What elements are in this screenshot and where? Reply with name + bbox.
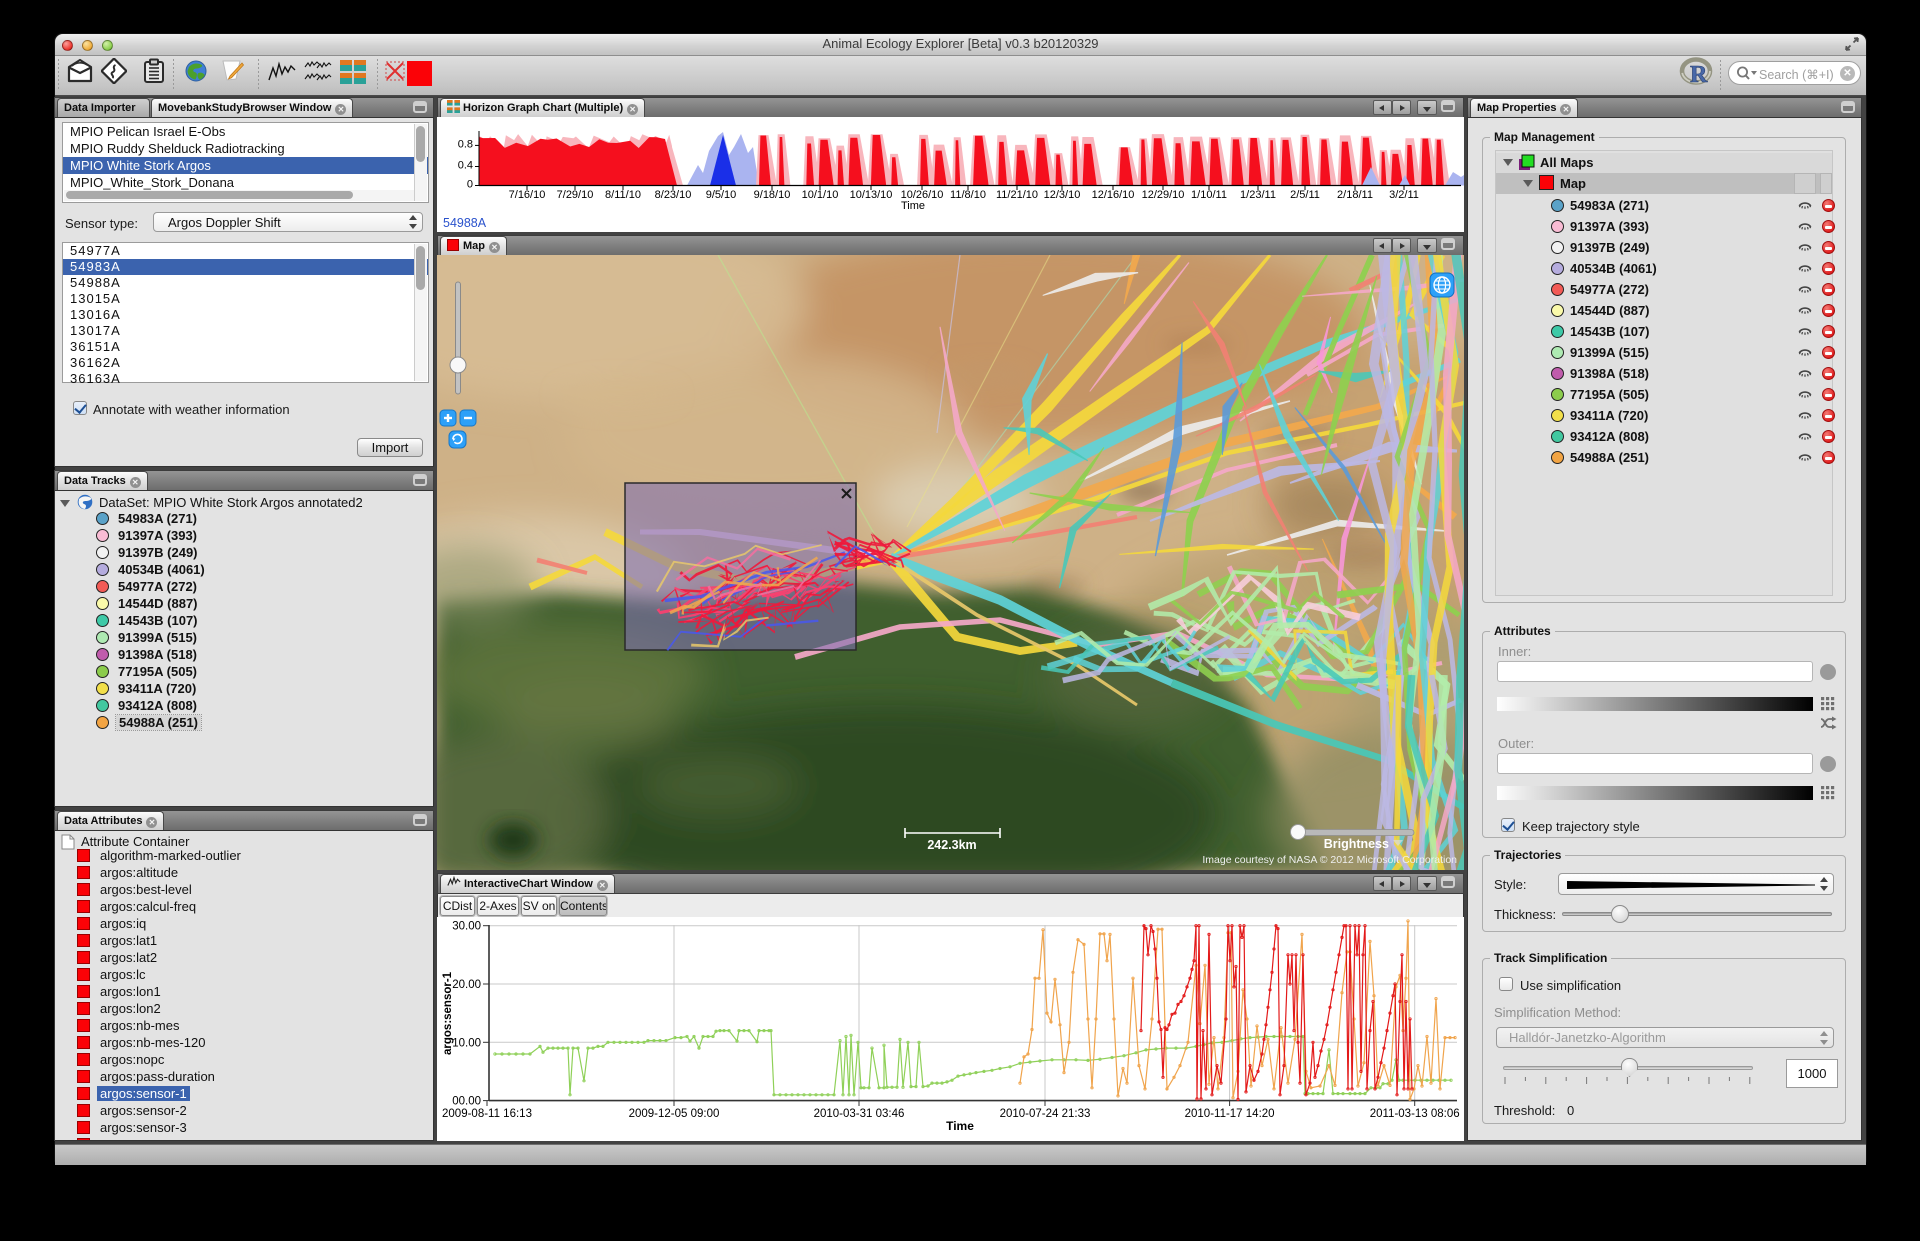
- svg-text:R: R: [1690, 62, 1708, 88]
- svg-text:2010-03-31 03:46: 2010-03-31 03:46: [814, 1108, 905, 1120]
- svg-text:Brightness: Brightness: [1324, 837, 1389, 851]
- svg-text:11/8/10: 11/8/10: [950, 189, 986, 201]
- svg-text:11/21/10: 11/21/10: [996, 189, 1038, 201]
- svg-text:2010-07-24 21:33: 2010-07-24 21:33: [1000, 1108, 1091, 1120]
- svg-text:10/13/10: 10/13/10: [850, 189, 893, 201]
- svg-text:2/18/11: 2/18/11: [1337, 189, 1373, 201]
- svg-text:8/11/10: 8/11/10: [605, 189, 641, 201]
- svg-text:1/10/11: 1/10/11: [1191, 189, 1227, 201]
- svg-text:20.00: 20.00: [452, 979, 481, 991]
- svg-text:30.00: 30.00: [452, 921, 481, 933]
- svg-text:0.8: 0.8: [458, 138, 473, 150]
- svg-text:2010-11-17 14:20: 2010-11-17 14:20: [1185, 1108, 1275, 1120]
- svg-text:0.4: 0.4: [458, 160, 473, 172]
- svg-text:242.3km: 242.3km: [927, 838, 976, 852]
- svg-text:Time: Time: [946, 1119, 974, 1133]
- svg-text:7/16/10: 7/16/10: [509, 189, 546, 201]
- svg-text:2011-03-13 08:06: 2011-03-13 08:06: [1370, 1108, 1460, 1120]
- svg-text:1/23/11: 1/23/11: [1240, 189, 1276, 201]
- svg-text:Time: Time: [901, 200, 925, 212]
- svg-text:Image courtesy of NASA © 2012: Image courtesy of NASA © 2012 Microsoft …: [1202, 854, 1457, 866]
- svg-text:argos:sensor-1: argos:sensor-1: [442, 971, 454, 1055]
- svg-text:10/1/10: 10/1/10: [802, 189, 839, 201]
- svg-text:9/5/10: 9/5/10: [706, 189, 737, 201]
- svg-text:10.00: 10.00: [452, 1037, 481, 1049]
- svg-text:9/18/10: 9/18/10: [754, 189, 791, 201]
- svg-text:0: 0: [467, 179, 473, 191]
- svg-text:12/3/10: 12/3/10: [1044, 189, 1081, 201]
- svg-text:2/5/11: 2/5/11: [1290, 189, 1320, 201]
- svg-text:2009-08-11 16:13: 2009-08-11 16:13: [442, 1108, 532, 1120]
- svg-text:3/2/11: 3/2/11: [1389, 189, 1419, 201]
- svg-text:54988A: 54988A: [443, 216, 487, 230]
- svg-text:00.00: 00.00: [452, 1096, 481, 1108]
- svg-text:12/16/10: 12/16/10: [1092, 189, 1135, 201]
- svg-text:8/23/10: 8/23/10: [655, 189, 692, 201]
- svg-text:12/29/10: 12/29/10: [1142, 189, 1185, 201]
- svg-text:7/29/10: 7/29/10: [557, 189, 594, 201]
- svg-text:2009-12-05 09:00: 2009-12-05 09:00: [629, 1108, 720, 1120]
